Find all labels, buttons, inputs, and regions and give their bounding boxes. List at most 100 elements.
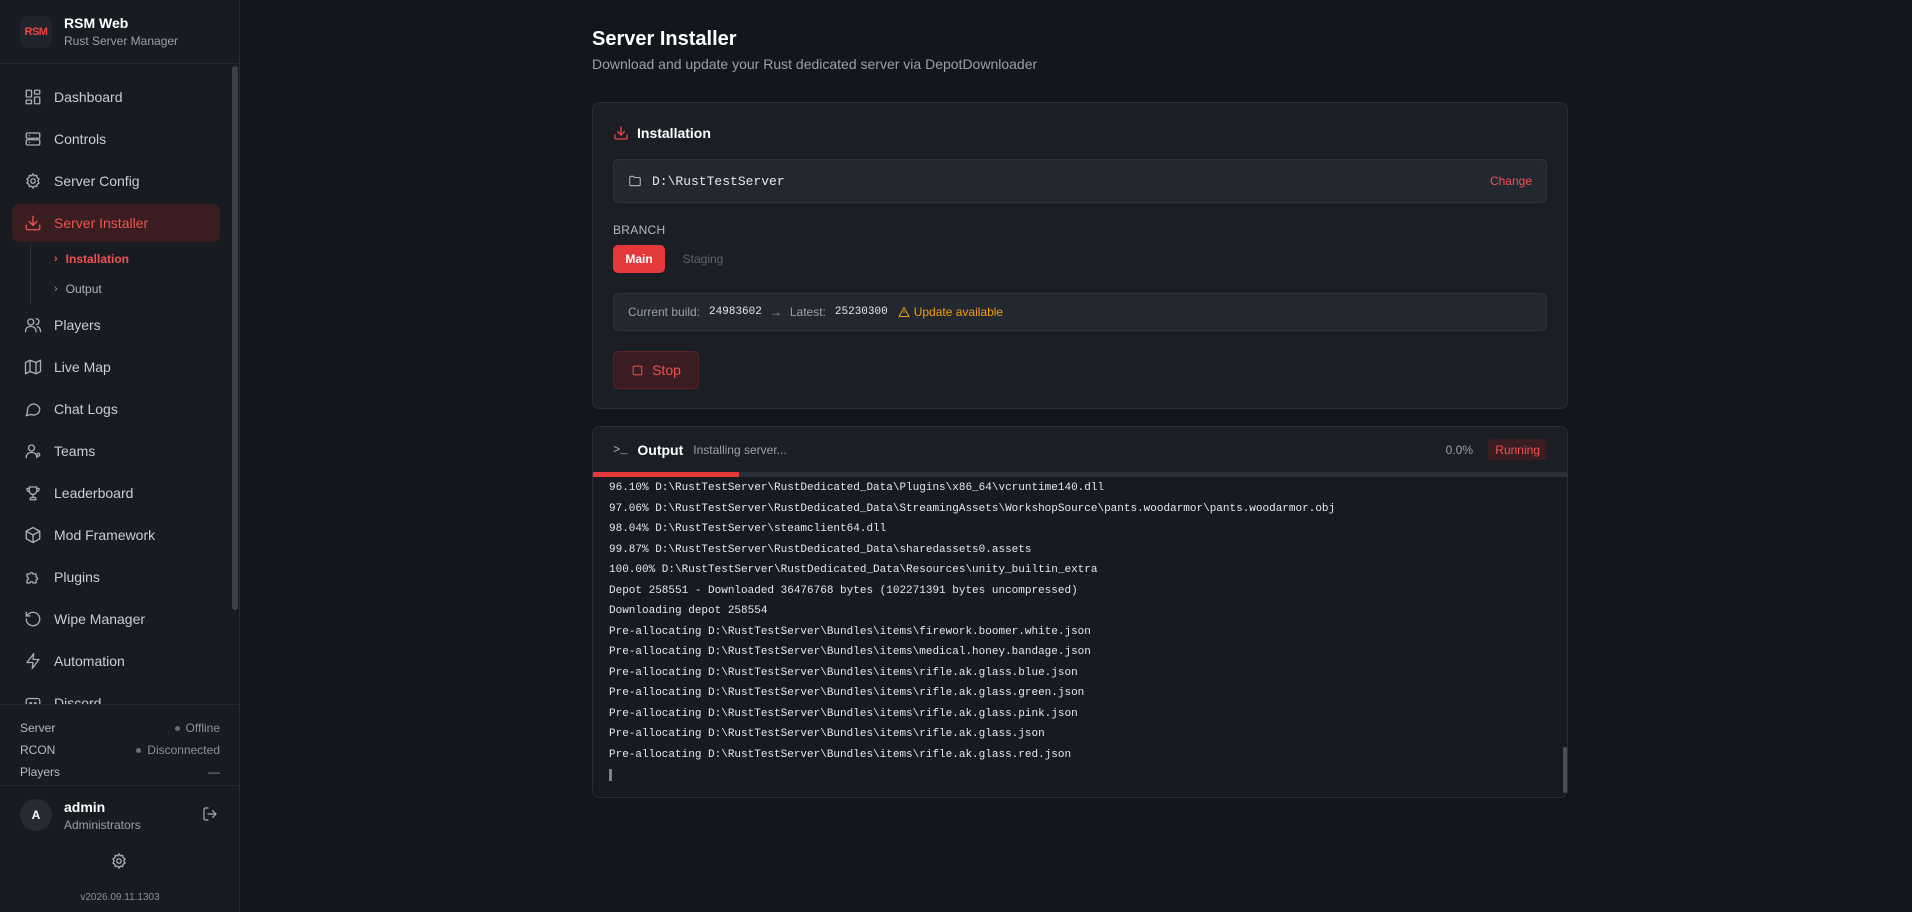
install-path: D:\RustTestServer <box>652 173 785 189</box>
change-path-button[interactable]: Change <box>1490 174 1532 188</box>
sidebar-item-controls[interactable]: Controls <box>12 120 220 158</box>
refresh-icon <box>25 611 41 627</box>
chat-icon <box>25 403 41 417</box>
sidebar-item-label: Leaderboard <box>54 485 134 501</box>
sidebar-item-dashboard[interactable]: Dashboard <box>12 78 220 116</box>
status-dot <box>174 725 180 731</box>
sidebar-item-label: Chat Logs <box>54 401 118 417</box>
status-dot <box>136 747 142 753</box>
brand-name: RSM Web <box>64 15 129 31</box>
status-row-rcon: RCON Disconnected <box>20 739 220 761</box>
stop-icon <box>632 365 643 375</box>
stop-button[interactable]: Stop <box>613 351 699 389</box>
download-icon <box>25 215 41 231</box>
sidebar-item-chat-logs[interactable]: Chat Logs <box>12 390 220 428</box>
sidebar-item-label: Automation <box>54 653 125 669</box>
status-label: Players <box>20 765 61 779</box>
server-icon <box>25 132 41 146</box>
output-header: >_ Output Installing server... <box>593 427 1567 473</box>
sidebar-subitem-label: Output <box>65 282 102 296</box>
user-name: admin <box>64 798 106 815</box>
sidebar-item-discord[interactable]: Discord <box>12 684 220 704</box>
sidebar-item-automation[interactable]: Automation <box>12 642 220 680</box>
chevron-right-icon: › <box>54 283 58 295</box>
sidebar-item-label: Server Installer <box>54 215 149 231</box>
brand: RSM RSM Web Rust Server Manager <box>0 0 239 64</box>
sidebar-item-plugins[interactable]: Plugins <box>12 558 220 596</box>
log-line: 99.87% D:\RustTestServer\RustDedicated_D… <box>609 543 1032 556</box>
settings-button[interactable] <box>110 852 130 872</box>
sidebar-item-players[interactable]: Players <box>12 306 220 344</box>
sidebar-item-label: Plugins <box>54 569 100 585</box>
submenu-rail <box>30 244 31 304</box>
status-row-players: Players — <box>20 761 220 783</box>
trophy-icon <box>26 486 40 501</box>
terminal-icon: >_ <box>613 443 628 457</box>
log-line: Pre-allocating D:\RustTestServer\Bundles… <box>609 625 1091 638</box>
log-line: Depot 258551 - Downloaded 36476768 bytes… <box>609 584 1078 597</box>
team-icon <box>25 444 41 459</box>
update-available-badge: Update available <box>898 305 1003 319</box>
sidebar-nav: Dashboard Controls Server Config Server … <box>0 64 240 704</box>
map-icon <box>24 359 42 375</box>
installation-title: Installation <box>613 125 711 141</box>
sidebar-item-label: Dashboard <box>54 89 123 105</box>
dashboard-icon <box>25 89 41 105</box>
gear-icon <box>112 853 126 869</box>
logout-icon <box>203 807 217 821</box>
log-line: 98.04% D:\RustTestServer\steamclient64.d… <box>609 523 887 535</box>
version-label: v2026.09.11.1303 <box>80 892 160 903</box>
log-line: Pre-allocating D:\RustTestServer\Bundles… <box>609 666 1078 679</box>
users-icon <box>24 317 42 333</box>
status-value: Disconnected <box>147 743 220 757</box>
log-line: Pre-allocating D:\RustTestServer\Bundles… <box>609 748 1072 761</box>
sidebar-item-server-config[interactable]: Server Config <box>12 162 220 200</box>
output-scrollbar[interactable] <box>1563 747 1567 793</box>
sidebar-subitem-label: Installation <box>65 252 130 266</box>
log-line: Pre-allocating D:\RustTestServer\Bundles… <box>609 728 1045 740</box>
log-line: Pre-allocating D:\RustTestServer\Bundles… <box>609 707 1078 720</box>
sidebar-subitem-installation[interactable]: › Installation <box>54 249 129 269</box>
current-build-label: Current build: <box>628 305 701 319</box>
sidebar-item-label: Mod Framework <box>54 527 156 543</box>
installation-title-text: Installation <box>637 125 711 141</box>
sidebar-item-label: Wipe Manager <box>54 611 146 627</box>
brand-logo: RSM <box>20 15 52 48</box>
status-value: Offline <box>185 721 220 735</box>
terminal-cursor <box>609 769 612 781</box>
avatar[interactable]: A <box>20 799 52 831</box>
sidebar-item-server-installer[interactable]: Server Installer <box>12 204 220 242</box>
branch-main-button[interactable]: Main <box>613 245 665 273</box>
gear-icon <box>26 173 40 189</box>
sidebar-item-mod-framework[interactable]: Mod Framework <box>12 516 220 554</box>
sidebar-item-teams[interactable]: Teams <box>12 432 220 470</box>
page-subtitle: Download and update your Rust dedicated … <box>592 56 1038 72</box>
connection-status: Server Offline RCON Disconnected Players… <box>0 704 240 786</box>
build-info: Current build: 24983602 → Latest: 252303… <box>613 293 1547 331</box>
output-card: >_ Output Installing server... 0.0% Runn… <box>592 426 1568 798</box>
log-line: 97.06% D:\RustTestServer\RustDedicated_D… <box>609 502 1336 515</box>
download-icon <box>614 126 628 140</box>
sidebar: RSM RSM Web Rust Server Manager Dashboar… <box>0 0 240 912</box>
user-role: Administrators <box>64 817 141 832</box>
puzzle-icon <box>26 571 39 584</box>
status-label: Server <box>20 721 56 735</box>
branch-staging-button[interactable]: Staging <box>671 245 735 273</box>
sidebar-item-wipe-manager[interactable]: Wipe Manager <box>12 600 220 638</box>
sidebar-item-live-map[interactable]: Live Map <box>12 348 220 386</box>
install-path-field: D:\RustTestServer Change <box>613 159 1547 203</box>
output-log[interactable]: 96.10% D:\RustTestServer\RustDedicated_D… <box>593 477 1567 797</box>
logout-button[interactable] <box>202 806 220 824</box>
log-line: Downloading depot 258554 <box>609 605 768 617</box>
sidebar-item-label: Teams <box>54 443 96 459</box>
sidebar-scrollbar[interactable] <box>232 66 238 610</box>
latest-build-value: 25230300 <box>834 306 888 318</box>
output-percent: 0.0% <box>1445 443 1473 457</box>
chevron-right-icon: › <box>54 253 58 265</box>
lightning-icon <box>26 652 40 670</box>
sidebar-subitem-output[interactable]: › Output <box>54 279 102 299</box>
sidebar-item-label: Server Config <box>54 173 140 189</box>
sidebar-item-leaderboard[interactable]: Leaderboard <box>12 474 220 512</box>
branch-label: BRANCH <box>613 223 666 237</box>
user-panel: A admin Administrators <box>20 790 220 840</box>
